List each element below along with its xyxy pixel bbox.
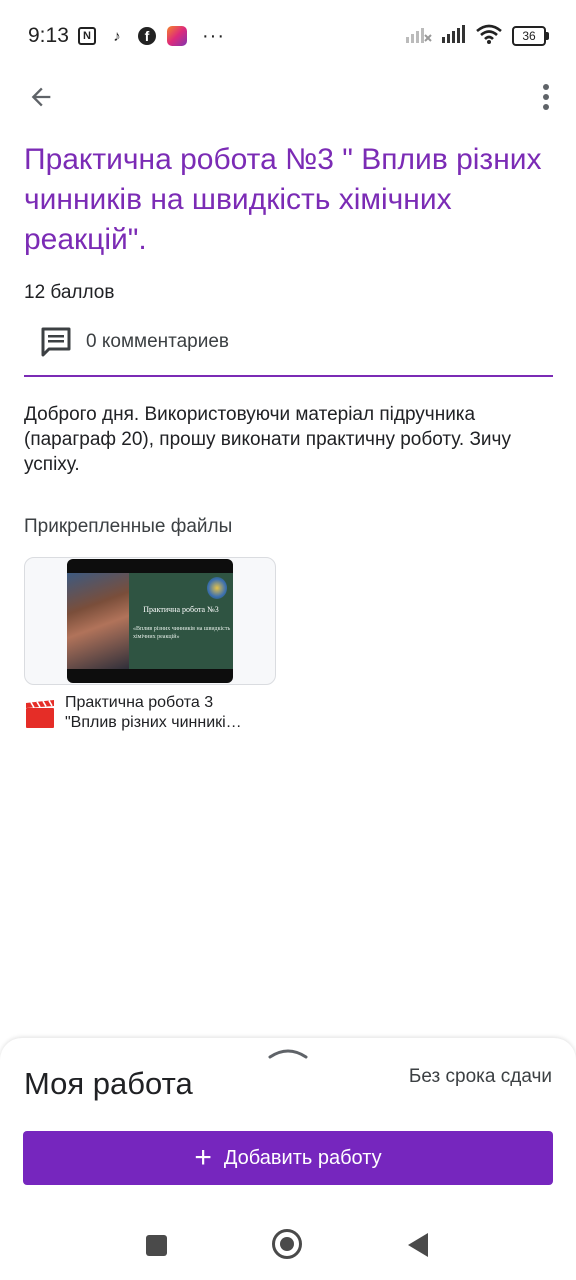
chevron-up-icon[interactable] xyxy=(268,1046,308,1060)
more-vert-icon xyxy=(543,84,549,110)
more-options-button[interactable] xyxy=(534,76,558,118)
attachment-card[interactable]: Практична робота №3 «Вплив різних чинник… xyxy=(24,557,276,685)
add-work-label: Добавить работу xyxy=(223,1146,382,1169)
arrow-back-icon xyxy=(31,87,51,107)
my-work-title: Моя работа xyxy=(24,1066,193,1101)
battery-icon: 36 xyxy=(512,26,549,46)
recents-icon[interactable] xyxy=(146,1235,167,1256)
thumbnail-title: Практична робота №3 xyxy=(143,605,219,614)
nav-back-icon[interactable] xyxy=(408,1233,428,1257)
comments-label: 0 комментариев xyxy=(86,331,230,352)
system-nav-bar xyxy=(0,1208,576,1280)
nfc-icon: N xyxy=(76,25,98,47)
status-time: 9:13 xyxy=(28,24,69,47)
tiktok-icon: ♪ xyxy=(113,27,121,45)
thumbnail-slide: Практична робота №3 «Вплив різних чинник… xyxy=(129,573,233,669)
assignment-description: Доброго дня. Використовуючи матеріал під… xyxy=(24,404,511,475)
plus-icon: + xyxy=(194,1141,212,1174)
comment-icon xyxy=(28,322,84,362)
file-name-line-1: Практична робота 3 xyxy=(65,694,214,711)
thumbnail-subtitle: «Вплив різних чинників на швидкість хімі… xyxy=(133,626,231,640)
attachment-thumbnail: Практична робота №3 «Вплив різних чинник… xyxy=(67,559,233,683)
my-work-sheet[interactable]: Моя работа Без срока сдачи + Добавить ра… xyxy=(0,1038,576,1208)
app-icon xyxy=(166,25,188,47)
signal-icon xyxy=(406,25,432,48)
more-dots-icon: ··· xyxy=(202,24,225,47)
add-work-button[interactable]: + Добавить работу xyxy=(23,1131,553,1185)
attachment-file-name: Практична робота 3 "Вплив різних чинникі… xyxy=(65,693,280,733)
comments-link[interactable]: 0 комментариев xyxy=(24,322,229,362)
due-label: Без срока сдачи xyxy=(408,1066,552,1087)
assignment-title: Практична робота №3 " Вплив різних чинни… xyxy=(24,143,542,256)
attachment-file-row[interactable]: Практична робота 3 "Вплив різних чинникі… xyxy=(24,693,280,733)
wifi-icon xyxy=(476,24,502,49)
top-app-bar xyxy=(0,72,576,124)
attachments-heading: Прикрепленные файлы xyxy=(24,516,233,537)
emblem-icon xyxy=(207,577,227,599)
points-label: 12 баллов xyxy=(24,282,115,303)
status-left-icons: N ♪ f ··· xyxy=(76,24,225,48)
back-button[interactable] xyxy=(20,76,62,118)
title-divider xyxy=(24,375,553,377)
signal-icon-2 xyxy=(442,24,466,48)
facebook-icon: f xyxy=(136,25,158,47)
file-name-line-2: "Вплив різних чинникі… xyxy=(65,714,242,731)
video-file-icon xyxy=(26,700,54,728)
status-right-icons: 36 xyxy=(406,24,549,49)
home-icon[interactable] xyxy=(272,1229,302,1259)
status-bar: 9:13 N ♪ f ··· 36 xyxy=(0,0,576,72)
thumbnail-photo xyxy=(67,573,129,669)
